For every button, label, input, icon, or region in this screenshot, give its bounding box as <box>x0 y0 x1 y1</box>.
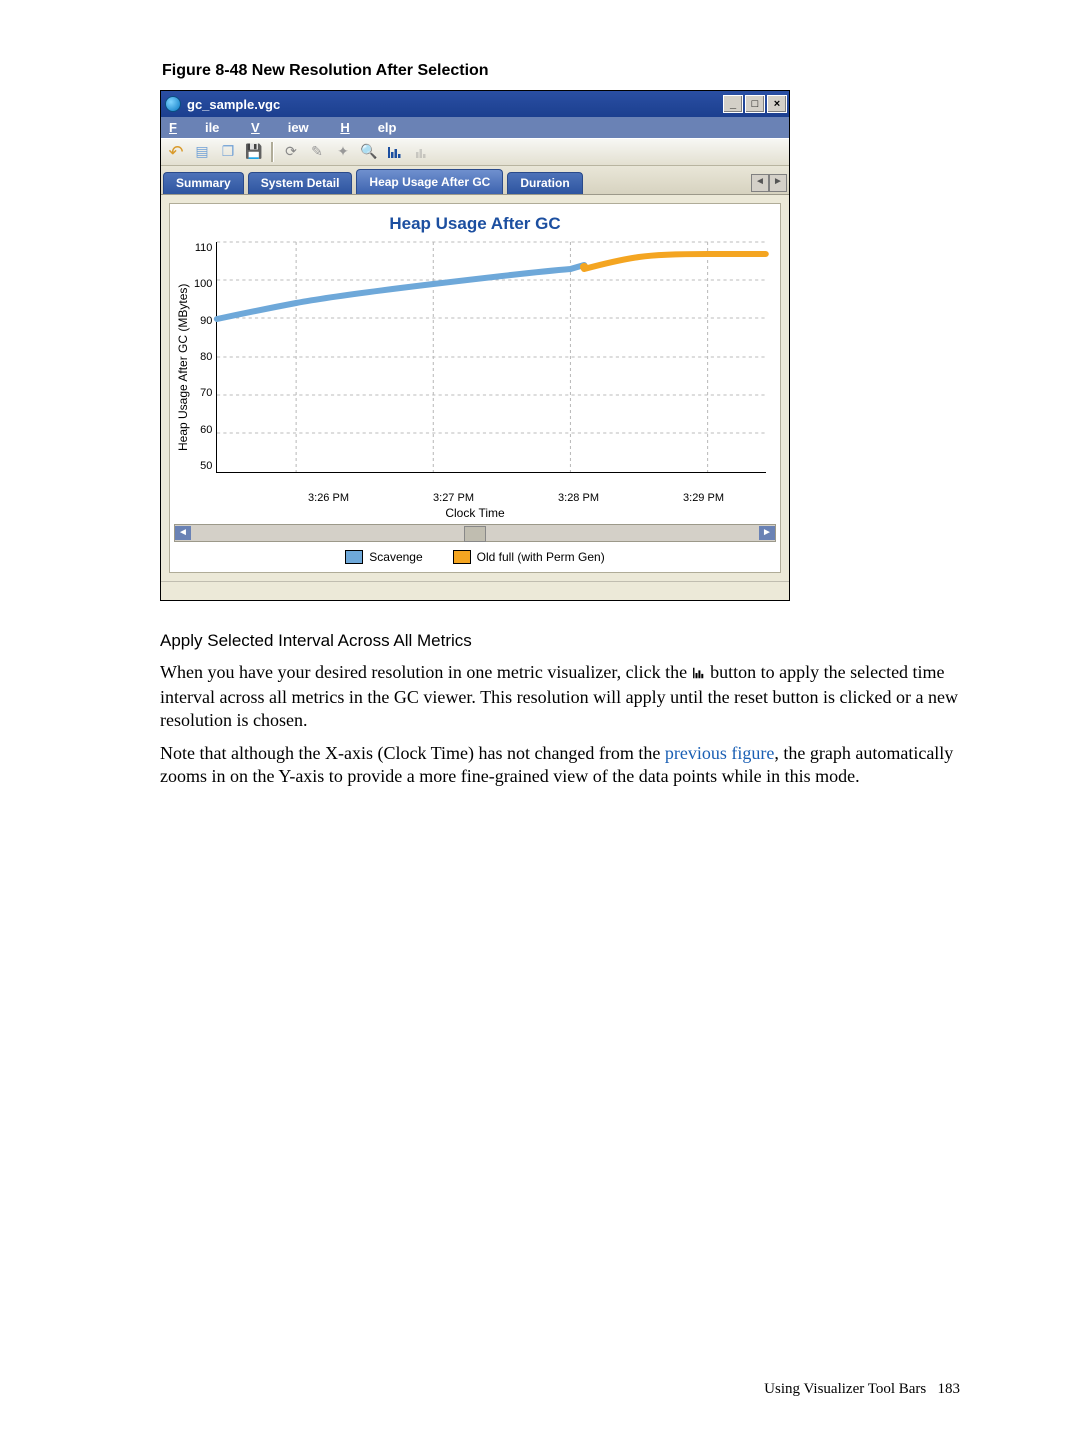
tab-scroll-right[interactable]: ► <box>769 174 787 192</box>
status-bar <box>161 581 789 600</box>
titlebar: gc_sample.vgc _ □ × <box>161 91 789 117</box>
copy-icon[interactable]: ❐ <box>217 141 239 163</box>
legend-scavenge: Scavenge <box>345 550 422 564</box>
undo-icon[interactable]: ↶ <box>165 141 187 163</box>
tab-row: Summary System Detail Heap Usage After G… <box>161 166 789 195</box>
y-axis-ticks: 110 100 90 80 70 60 50 <box>192 242 216 472</box>
plot-area <box>216 242 766 473</box>
horizontal-scrollbar[interactable]: ◄ ► <box>174 524 776 542</box>
paragraph-2: Note that although the X-axis (Clock Tim… <box>160 742 960 788</box>
chart-panel: Heap Usage After GC Heap Usage After GC … <box>169 203 781 573</box>
save-icon[interactable]: 💾 <box>243 141 265 163</box>
window-title: gc_sample.vgc <box>187 97 280 112</box>
previous-figure-link[interactable]: previous figure <box>665 743 774 763</box>
x-axis-ticks: 3:26 PM 3:27 PM 3:28 PM 3:29 PM <box>220 492 776 504</box>
wand-icon[interactable]: ✦ <box>332 141 354 163</box>
page-footer: Using Visualizer Tool Bars 183 <box>764 1381 960 1398</box>
swatch-scavenge <box>345 550 363 564</box>
section-subheading: Apply Selected Interval Across All Metri… <box>160 631 960 651</box>
zoom-icon[interactable]: 🔍 <box>358 141 380 163</box>
legend-old-full: Old full (with Perm Gen) <box>453 550 605 564</box>
scroll-thumb[interactable] <box>464 526 486 542</box>
pencil-icon[interactable]: ✎ <box>306 141 328 163</box>
profile-icon[interactable]: ▤ <box>191 141 213 163</box>
figure-caption: Figure 8-48 New Resolution After Selecti… <box>162 62 960 80</box>
apply-interval-icon[interactable] <box>384 141 406 163</box>
menu-file[interactable]: File <box>169 120 219 135</box>
menu-view[interactable]: View <box>251 120 309 135</box>
y-axis-label: Heap Usage After GC (MBytes) <box>174 242 192 492</box>
tab-heap-usage[interactable]: Heap Usage After GC <box>356 169 503 194</box>
tab-scroll-left[interactable]: ◄ <box>751 174 769 192</box>
scroll-right-icon[interactable]: ► <box>759 526 775 540</box>
close-button[interactable]: × <box>767 95 787 113</box>
tab-summary[interactable]: Summary <box>163 172 244 194</box>
chart-title: Heap Usage After GC <box>174 214 776 234</box>
chart-legend: Scavenge Old full (with Perm Gen) <box>174 546 776 570</box>
apply-interval-inline-icon <box>692 663 706 686</box>
menu-help[interactable]: Help <box>340 120 396 135</box>
paragraph-1: When you have your desired resolution in… <box>160 661 960 732</box>
maximize-button[interactable]: □ <box>745 95 765 113</box>
series-old-full <box>585 254 766 269</box>
app-icon <box>165 96 181 112</box>
swatch-old-full <box>453 550 471 564</box>
series-scavenge <box>217 265 584 319</box>
minimize-button[interactable]: _ <box>723 95 743 113</box>
chart-dim-icon[interactable] <box>410 141 432 163</box>
toolbar: ↶ ▤ ❐ 💾 ⟳ ✎ ✦ 🔍 <box>161 138 789 166</box>
menubar: File View Help <box>161 117 789 138</box>
tab-system-detail[interactable]: System Detail <box>248 172 353 194</box>
scroll-left-icon[interactable]: ◄ <box>175 526 191 540</box>
app-window: gc_sample.vgc _ □ × File View Help ↶ ▤ ❐… <box>160 90 790 601</box>
tab-duration[interactable]: Duration <box>507 172 582 194</box>
refresh-icon[interactable]: ⟳ <box>280 141 302 163</box>
x-axis-label: Clock Time <box>174 506 776 520</box>
